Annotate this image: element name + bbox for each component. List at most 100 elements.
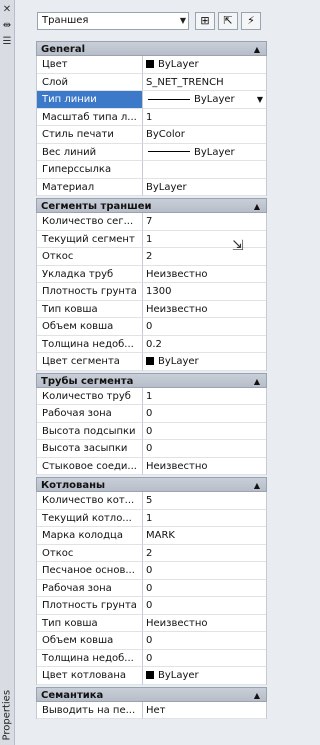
property-value[interactable]: 0 [143,562,266,580]
property-name: Рабочая зона [37,405,143,423]
property-name: Количество труб [37,387,143,405]
property-row[interactable]: Тип ковша Неизвестно [36,300,267,318]
property-row[interactable]: Объем ковша 0 [36,632,267,650]
toggle-pickadd-icon[interactable]: ⊞ [195,12,215,30]
chevron-down-icon[interactable]: ▼ [257,91,263,108]
property-row[interactable]: Количество кот... 5 [36,492,267,510]
property-value[interactable]: Неизвестно [143,458,266,475]
select-objects-icon[interactable]: ⇱ [218,12,238,30]
property-value[interactable]: ByLayer [143,144,266,161]
property-value[interactable]: 0 [143,318,266,336]
quick-select-icon[interactable]: ⚡ [241,12,261,30]
property-row[interactable]: Высота подсыпки 0 [36,422,267,440]
property-row[interactable]: Количество сег... 7 [36,213,267,231]
property-value[interactable]: 1 [143,109,266,126]
property-name: Стыковое соеди... [37,457,143,475]
property-value[interactable]: 1 [143,231,266,248]
category-header[interactable]: Семантика ▲ [36,686,267,703]
property-value[interactable]: Неизвестно [143,615,266,632]
property-row[interactable]: Цвет сегмента ByLayer [36,353,267,371]
property-value[interactable]: ByLayer [143,179,266,196]
autohide-icon[interactable]: ⇹ [1,20,13,32]
property-value[interactable] [143,161,266,179]
property-value[interactable]: 0 [143,423,266,440]
property-row[interactable]: Рабочая зона 0 [36,579,267,597]
property-value-text: Неизвестно [146,268,208,280]
property-row[interactable]: Песчаное основ... 0 [36,562,267,580]
property-row[interactable]: Количество труб 1 [36,387,267,405]
property-value[interactable]: Нет [143,702,266,719]
category-header[interactable]: Котлованы ▲ [36,477,267,492]
property-name: Текущий сегмент [37,230,143,248]
property-value[interactable]: Неизвестно [143,301,266,318]
property-value[interactable]: ByLayer [143,353,266,371]
property-name: Плотность грунта [37,283,143,301]
property-value[interactable]: 1300 [143,283,266,301]
property-row[interactable]: Тип ковша Неизвестно [36,614,267,632]
property-row[interactable]: Слой S_NET_TRENCH [36,73,267,91]
property-value[interactable]: 0 [143,632,266,650]
object-type-value: Траншея [42,15,89,26]
property-row[interactable]: Толщина недоб... 0 [36,649,267,667]
property-row[interactable]: Укладка труб Неизвестно [36,265,267,283]
collapse-icon[interactable]: ▲ [254,478,260,493]
property-row[interactable]: Откос 2 [36,544,267,562]
property-value[interactable]: ByLayer ▼ [143,91,266,109]
property-row[interactable]: Марка колодца MARK [36,527,267,545]
close-icon[interactable]: ✕ [1,4,13,16]
property-row[interactable]: Цвет котлована ByLayer [36,667,267,685]
property-value[interactable]: 0 [143,405,266,423]
collapse-icon[interactable]: ▲ [254,374,260,389]
category-header[interactable]: General ▲ [36,41,267,56]
object-type-select[interactable]: Траншея ▼ [37,12,189,30]
property-row[interactable]: Стиль печати ByColor [36,126,267,144]
property-value[interactable]: Неизвестно [143,266,266,283]
palette-menu-icon[interactable]: ☰ [1,36,13,48]
property-value[interactable]: 1 [143,510,266,527]
property-value[interactable]: ByColor [143,126,266,144]
linetype-sample-icon [148,151,190,152]
property-value-text: MARK [146,530,175,541]
property-value[interactable]: 0 [143,580,266,597]
palette-side-strip: ✕ ⇹ ☰ Properties [0,0,15,745]
property-value[interactable]: 0 [143,597,266,615]
property-row[interactable]: Тип линии ByLayer ▼ [36,91,267,109]
property-value[interactable]: S_NET_TRENCH [143,74,266,91]
collapse-icon[interactable]: ▲ [254,199,260,214]
property-value[interactable]: ByLayer [143,56,266,74]
property-row[interactable]: Материал ByLayer [36,178,267,196]
property-name: Тип линии [37,91,143,109]
property-value-text: 1 [146,390,153,402]
property-row[interactable]: Вес линий ByLayer [36,143,267,161]
property-row[interactable]: Масштаб типа л... 1 [36,108,267,126]
category-header[interactable]: Сегменты траншеи ▲ [36,198,267,213]
property-value[interactable]: 5 [143,492,266,510]
property-row[interactable]: Плотность грунта 1300 [36,283,267,301]
property-value[interactable]: 2 [143,248,266,266]
toolbar: Траншея ▼ ⊞ ⇱ ⚡ [37,12,270,34]
property-row[interactable]: Плотность грунта 0 [36,597,267,615]
property-row[interactable]: Текущий котло... 1 [36,509,267,527]
property-row[interactable]: Объем ковша 0 [36,318,267,336]
property-value[interactable]: MARK [143,527,266,545]
property-row[interactable]: Гиперссылка [36,161,267,179]
property-name: Укладка труб [37,265,143,283]
property-name: Тип ковша [37,300,143,318]
category-header[interactable]: Трубы сегмента ▲ [36,372,267,389]
property-row[interactable]: Высота засыпки 0 [36,440,267,458]
collapse-icon[interactable]: ▲ [254,688,260,703]
property-value[interactable]: 7 [143,213,266,231]
property-value[interactable]: ByLayer [143,667,266,685]
property-value[interactable]: 1 [143,388,266,405]
property-row[interactable]: Выводить на пе... Нет [36,701,267,719]
property-row[interactable]: Рабочая зона 0 [36,405,267,423]
collapse-icon[interactable]: ▲ [254,42,260,57]
linetype-sample-icon [148,98,190,100]
property-value[interactable]: 0 [143,440,266,458]
property-value[interactable]: 0 [143,650,266,667]
property-value[interactable]: 2 [143,545,266,562]
property-row[interactable]: Стыковое соеди... Неизвестно [36,457,267,475]
property-row[interactable]: Толщина недоб... 0.2 [36,335,267,353]
property-row[interactable]: Цвет ByLayer [36,56,267,74]
property-value[interactable]: 0.2 [143,336,266,353]
